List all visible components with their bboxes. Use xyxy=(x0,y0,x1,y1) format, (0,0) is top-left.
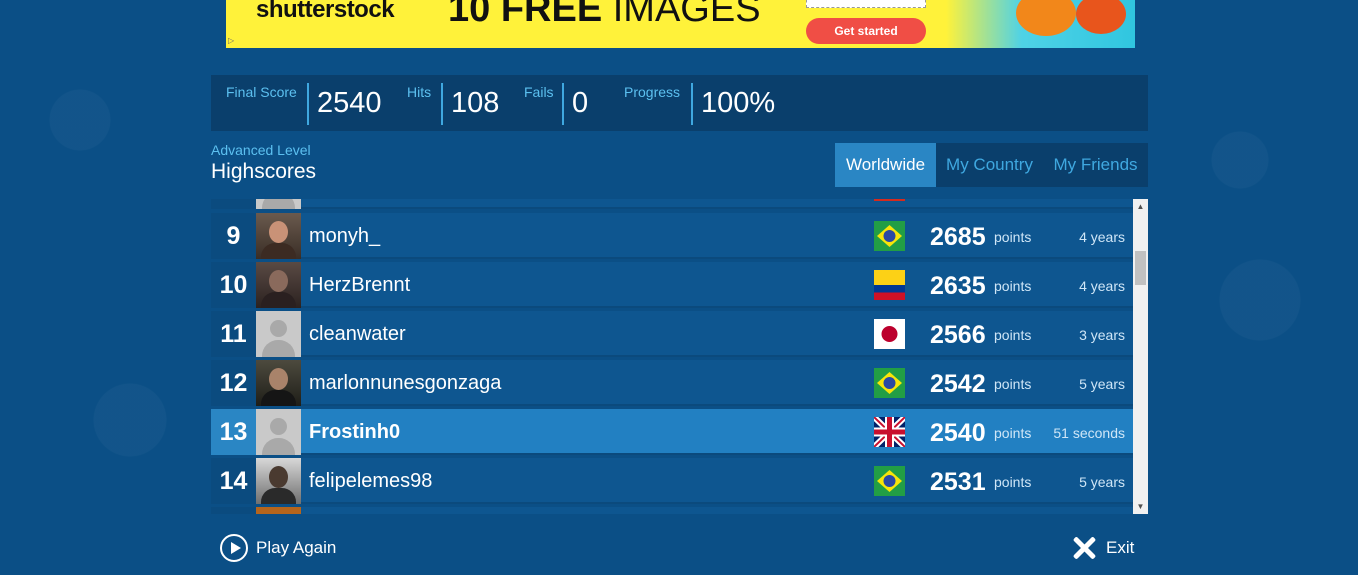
points-value: 2635 xyxy=(930,272,986,300)
avatar[interactable] xyxy=(256,360,301,406)
table-row xyxy=(211,199,1133,209)
avatar[interactable] xyxy=(256,213,301,259)
brazil-flag-icon xyxy=(874,466,905,496)
table-row[interactable]: 10 HerzBrennt 2635 points 4 years xyxy=(211,262,1133,308)
username[interactable]: HerzBrennt xyxy=(309,274,410,297)
rank-cell: 14 xyxy=(211,458,256,504)
points-label: points xyxy=(994,278,1032,294)
username[interactable]: cleanwater xyxy=(309,323,406,346)
time-ago: 4 years xyxy=(1079,229,1125,245)
ad-headline-bold: 10 FREE xyxy=(448,0,603,30)
table-row-current-user[interactable]: 13 Frostinh0 2540 points 51 seconds xyxy=(211,409,1133,455)
rank-cell xyxy=(211,507,256,514)
ad-choices-icon[interactable]: ▷ xyxy=(228,36,234,45)
table-row[interactable]: 11 cleanwater 2566 points 3 years xyxy=(211,311,1133,357)
play-icon xyxy=(220,534,248,562)
avatar xyxy=(256,507,301,514)
avatar xyxy=(256,199,301,209)
username[interactable]: Frostinh0 xyxy=(309,421,400,444)
ad-get-started-button[interactable]: Get started xyxy=(806,18,926,44)
points-value: 2540 xyxy=(930,419,986,447)
exit-label: Exit xyxy=(1106,538,1135,557)
brazil-flag-icon xyxy=(874,221,905,251)
page-title: Highscores xyxy=(211,160,317,183)
points-label: points xyxy=(994,327,1032,343)
points-value: 2566 xyxy=(930,321,986,349)
scroll-up-icon[interactable]: ▲ xyxy=(1133,199,1148,214)
tab-my-country[interactable]: My Country xyxy=(936,143,1043,187)
rank-cell: 10 xyxy=(211,262,256,308)
ad-headline: 10 FREE IMAGES xyxy=(448,0,761,31)
exit-button[interactable]: Exit xyxy=(1072,533,1134,563)
final-score-label: Final Score xyxy=(226,84,297,100)
hits-label: Hits xyxy=(407,84,432,100)
username[interactable]: felipelemes98 xyxy=(309,470,432,493)
brazil-flag-icon xyxy=(874,368,905,398)
table-row xyxy=(211,507,1133,514)
level-label: Advanced Level xyxy=(211,142,311,158)
rank-cell: 12 xyxy=(211,360,256,406)
fails-value: 0 xyxy=(572,87,589,119)
fails-label: Fails xyxy=(524,84,554,100)
time-ago: 4 years xyxy=(1079,278,1125,294)
divider xyxy=(562,83,564,125)
uk-flag-icon xyxy=(874,417,905,447)
final-score-value: 2540 xyxy=(317,87,382,119)
rank-cell: 11 xyxy=(211,311,256,357)
time-ago: 51 seconds xyxy=(1053,425,1125,441)
scroll-down-icon[interactable]: ▼ xyxy=(1133,499,1148,514)
table-row[interactable]: 12 marlonnunesgonzaga 2542 points 5 year… xyxy=(211,360,1133,406)
tab-my-friends[interactable]: My Friends xyxy=(1043,143,1148,187)
divider xyxy=(691,83,693,125)
points-label: points xyxy=(994,425,1032,441)
tab-worldwide[interactable]: Worldwide xyxy=(835,143,936,187)
scroll-thumb[interactable] xyxy=(1135,251,1146,285)
points-label: points xyxy=(994,229,1032,245)
close-icon xyxy=(1072,536,1096,560)
time-ago: 5 years xyxy=(1079,474,1125,490)
points-value: 2531 xyxy=(930,468,986,496)
ad-banner[interactable]: shutterstock 10 FREE IMAGES Get started … xyxy=(226,0,1135,48)
list-scrollbar[interactable]: ▲ ▼ xyxy=(1133,199,1148,514)
rank-cell xyxy=(211,199,256,209)
progress-value: 100% xyxy=(701,87,776,119)
divider xyxy=(441,83,443,125)
flag-icon xyxy=(874,199,905,201)
avatar[interactable] xyxy=(256,262,301,308)
divider xyxy=(307,83,309,125)
points-value: 2542 xyxy=(930,370,986,398)
scope-tabs: Worldwide My Country My Friends xyxy=(835,143,1148,187)
avatar[interactable] xyxy=(256,458,301,504)
ad-tag xyxy=(806,0,926,8)
table-row[interactable]: 9 monyh_ 2685 points 4 years xyxy=(211,213,1133,259)
japan-flag-icon xyxy=(874,319,905,349)
rank-cell: 9 xyxy=(211,213,256,259)
rank-cell: 13 xyxy=(211,409,256,455)
table-row[interactable]: 14 felipelemes98 2531 points 5 years xyxy=(211,458,1133,504)
progress-label: Progress xyxy=(624,84,681,100)
play-again-label: Play Again xyxy=(256,538,337,557)
points-label: points xyxy=(994,474,1032,490)
highscore-list[interactable]: 9 monyh_ 2685 points 4 years 10 HerzBren… xyxy=(211,199,1148,514)
username[interactable]: monyh_ xyxy=(309,225,380,248)
points-value: 2685 xyxy=(930,223,986,251)
default-avatar-icon[interactable] xyxy=(256,409,301,455)
username[interactable]: marlonnunesgonzaga xyxy=(309,372,501,395)
time-ago: 5 years xyxy=(1079,376,1125,392)
time-ago: 3 years xyxy=(1079,327,1125,343)
points-label: points xyxy=(994,376,1032,392)
default-avatar-icon[interactable] xyxy=(256,311,301,357)
score-summary: Final Score 2540 Hits 108 Fails 0 Progre… xyxy=(211,75,1148,131)
ad-logo: shutterstock xyxy=(256,0,395,23)
play-again-button[interactable]: Play Again xyxy=(220,533,336,563)
ad-headline-rest: IMAGES xyxy=(602,0,761,30)
hits-value: 108 xyxy=(451,87,500,119)
colombia-flag-icon xyxy=(874,270,905,300)
